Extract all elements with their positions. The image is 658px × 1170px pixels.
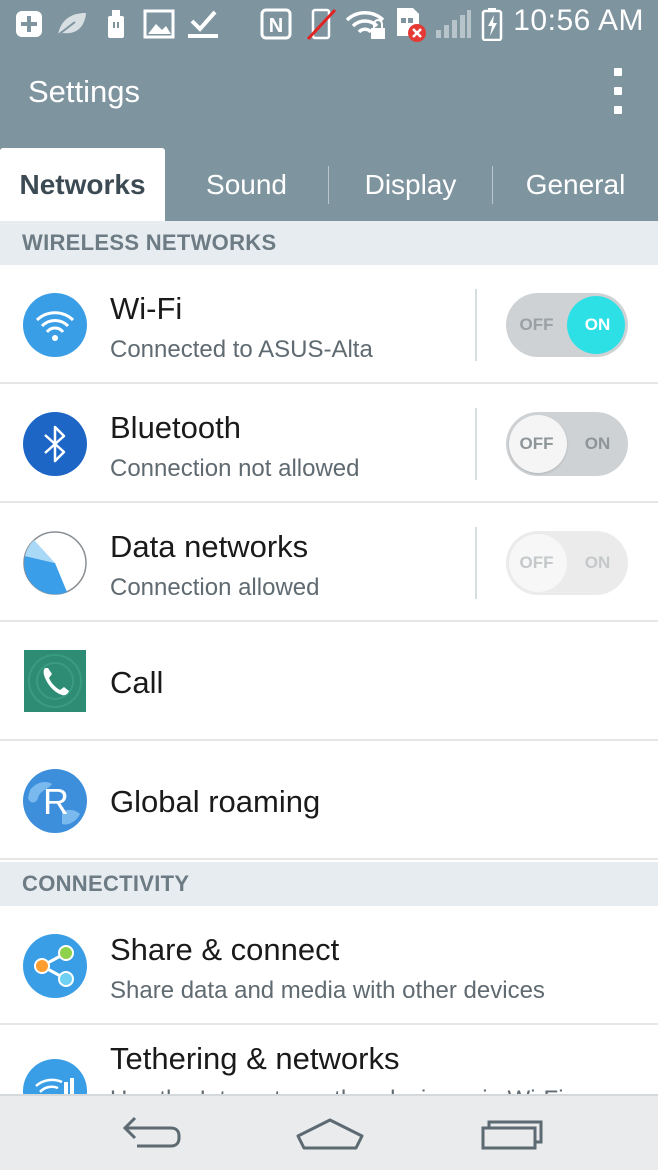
usb-icon [103,8,129,40]
global-roaming-title: Global roaming [110,784,321,819]
wifi-subtitle: Connected to ASUS-Alta [110,336,373,363]
toggle-on-label: ON [584,315,611,334]
home-icon[interactable] [290,1110,370,1158]
tethering-icon [22,1058,88,1094]
nfc-icon: N [259,8,293,40]
wifi-icon [22,292,88,358]
bluetooth-toggle[interactable]: OFF ON [506,412,628,476]
tethering-subtitle: Use the Internet on other devices via Wi… [110,1086,564,1094]
toggle-off-label: OFF [519,315,554,334]
tab-sound[interactable]: Sound [165,148,328,221]
tab-bar: Networks Sound Display General [0,134,658,221]
globe-roaming-icon: R [22,768,88,834]
toggle-off-label: OFF [519,553,554,572]
svg-text:R: R [43,781,69,822]
list-item-data-networks[interactable]: Data networks Connection allowed OFF ON [0,503,658,622]
row-divider [475,289,477,361]
list-item-wifi[interactable]: Wi-Fi Connected to ASUS-Alta OFF ON [0,265,658,384]
add-notification-icon [12,8,46,40]
bluetooth-title: Bluetooth [110,410,241,445]
bluetooth-icon [22,411,88,477]
action-bar: Settings [0,50,658,134]
page-title: Settings [28,74,141,109]
tab-general[interactable]: General [493,148,658,221]
toggle-on-label: ON [584,434,611,453]
download-done-icon [185,8,221,40]
section-header-wireless: WIRELESS NETWORKS [0,221,658,265]
toggle-on-label: ON [584,553,611,572]
share-connect-title: Share & connect [110,932,340,967]
gallery-icon [142,8,176,40]
svg-text:N: N [269,15,283,37]
share-icon [22,933,88,999]
wifi-title: Wi-Fi [110,291,183,326]
sim-error-icon [393,8,429,42]
list-item-bluetooth[interactable]: Bluetooth Connection not allowed OFF ON [0,384,658,503]
row-divider [475,408,477,480]
signal-icon [433,8,473,40]
toggle-off-label: OFF [519,434,554,453]
recents-icon[interactable] [470,1110,550,1158]
phone-icon [24,650,86,712]
call-title: Call [110,665,164,700]
list-item-share-connect[interactable]: Share & connect Share data and media wit… [0,906,658,1025]
vibrate-off-icon [304,8,338,41]
section-header-connectivity: CONNECTIVITY [0,862,658,906]
battery-charging-icon [479,8,505,41]
back-icon[interactable] [110,1110,190,1158]
list-item-tethering[interactable]: Tethering & networks Use the Internet on… [0,1025,658,1094]
data-networks-toggle[interactable]: OFF ON [506,531,628,595]
wifi-toggle[interactable]: OFF ON [506,293,628,357]
wifi-lock-icon [345,8,387,40]
list-item-global-roaming[interactable]: R Global roaming [0,741,658,860]
navigation-bar [0,1094,658,1170]
bluetooth-subtitle: Connection not allowed [110,455,360,482]
data-pie-icon [22,530,88,596]
data-networks-subtitle: Connection allowed [110,574,320,601]
row-divider [475,527,477,599]
status-bar: N 10:56 AM [0,0,658,50]
share-connect-subtitle: Share data and media with other devices [110,977,545,1004]
tab-display[interactable]: Display [329,148,492,221]
leaf-icon [54,8,90,40]
tethering-title: Tethering & networks [110,1041,400,1076]
list-item-call[interactable]: Call [0,622,658,741]
status-time: 10:56 AM [513,4,644,37]
data-networks-title: Data networks [110,529,309,564]
tab-networks[interactable]: Networks [0,148,165,221]
more-vert-icon[interactable] [606,68,630,114]
